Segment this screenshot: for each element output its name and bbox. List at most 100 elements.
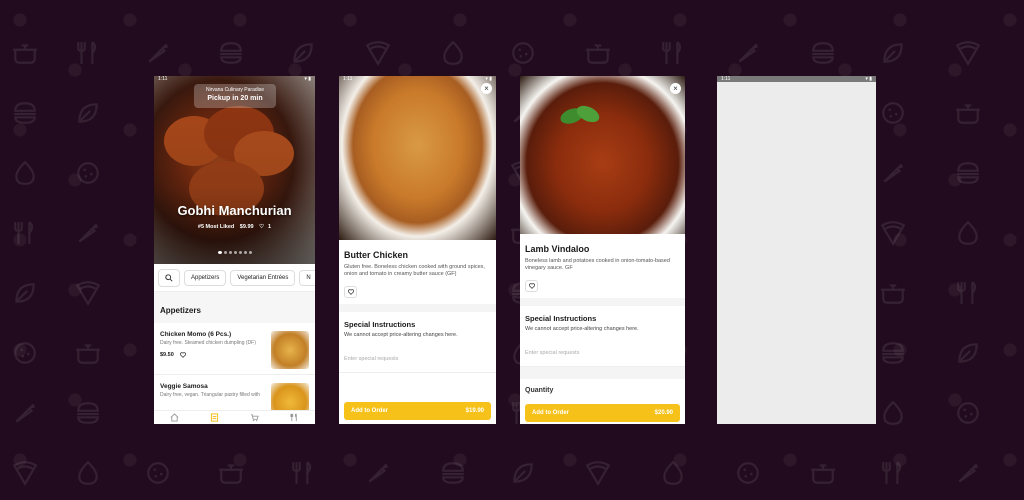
status-time: 1:11 [158,76,168,82]
close-button[interactable]: × [670,83,681,94]
add-to-order-button[interactable]: Add to Order $20.90 [525,404,680,422]
tab-appetizers[interactable]: Appetizers [184,269,227,286]
special-note: We cannot accept price-altering changes … [525,326,639,332]
cookie-icon [735,460,761,486]
item-photo: 1:11 ▾ ▮ × [339,76,496,240]
status-bar: 1:11 ▾ ▮ [339,76,496,82]
favorite-button[interactable] [344,286,357,298]
special-title: Special Instructions [344,320,416,329]
carrot-icon [880,160,906,186]
featured-price: $9.99 [239,224,254,230]
special-instructions: Special Instructions We cannot accept pr… [339,312,496,346]
special-requests-input[interactable]: Enter special requests [520,340,685,367]
quantity-label: Quantity [525,387,554,394]
cutlery-icon [12,220,38,246]
heart-icon[interactable] [179,352,186,358]
leaf-icon [12,280,38,306]
special-title: Special Instructions [525,314,597,323]
carousel-dot[interactable] [223,251,227,254]
burger-icon [440,460,466,486]
blank-screen: 1:11 ▾ ▮ [717,76,876,424]
featured-hero[interactable]: 1:11 ▾ ▮ Nirvana Culinary Paradise Picku… [154,76,315,264]
menu-icon[interactable] [210,413,219,422]
item-title: Butter Chicken [344,250,409,260]
status-icons: ▾ ▮ [485,76,492,82]
item-info: Butter Chicken Gluten free. Boneless chi… [339,240,496,304]
item-detail-screen: 1:11 ▾ ▮ × Butter Chicken Gluten free. B… [339,76,496,424]
add-to-order-button[interactable]: Add to Order $19.90 [344,402,491,420]
cookie-icon [12,340,38,366]
carrot-icon [75,220,101,246]
burger-icon [218,40,244,66]
pizza-icon [955,40,981,66]
search-icon [165,273,173,282]
carrot-icon [365,460,391,486]
carousel-dot[interactable] [248,251,252,254]
pizza-icon [880,220,906,246]
leaf-icon [75,100,101,126]
add-price: $19.90 [465,408,484,414]
pot-icon [810,460,836,486]
cookie-icon [145,460,171,486]
pickup-info: Nirvana Culinary Paradise Pickup in 20 m… [194,84,276,108]
item-name: Chicken Momo (6 Pcs.) [160,331,232,338]
item-photo: × [520,76,685,234]
egg-icon [440,40,466,66]
heart-icon [347,289,354,295]
item-desc: Dairy free. Steamed chicken dumpling (DF… [160,340,256,346]
leaf-icon [290,40,316,66]
burger-icon [955,160,981,186]
featured-name: Gobhi Manchurian [177,203,292,218]
egg-icon [880,400,906,426]
carousel-dots[interactable] [154,241,315,259]
heart-icon: ♡ [259,224,265,230]
burger-icon [12,100,38,126]
status-bar: 1:11 ▾ ▮ [154,76,315,82]
carousel-dot[interactable] [243,251,247,254]
heart-icon [528,283,535,289]
add-price: $20.90 [654,410,673,416]
divider [520,367,685,379]
section-title: Appetizers [154,292,315,323]
carousel-dot[interactable] [238,251,242,254]
menu-screen: 1:11 ▾ ▮ Nirvana Culinary Paradise Picku… [154,76,315,424]
bottom-nav [154,410,315,424]
pizza-icon [12,460,38,486]
featured-badge: #5 Most Liked [197,224,235,230]
special-instructions: Special Instructions We cannot accept pr… [520,306,685,340]
tab-next[interactable]: N [299,269,315,286]
egg-icon [955,220,981,246]
item-desc: Dairy free, vegan. Triangular pastry fil… [160,392,261,398]
search-button[interactable] [158,268,180,287]
carousel-dot[interactable] [233,251,237,254]
tab-vegetarian-entrees[interactable]: Vegetarian Entrées [230,269,296,286]
burger-icon [75,400,101,426]
item-info: Lamb Vindaloo Boneless lamb and potatoes… [520,234,685,298]
leaf-icon [510,460,536,486]
item-description: Gluten free. Boneless chicken cooked wit… [344,264,485,277]
herb-garnish [560,105,600,124]
item-thumbnail [271,331,309,369]
cutlery-icon [75,40,101,66]
pot-icon [75,340,101,366]
carrot-icon [145,40,171,66]
favorite-button[interactable] [525,280,538,292]
cutlery-icon [955,280,981,306]
cutlery-icon [880,460,906,486]
special-requests-input[interactable]: Enter special requests [339,346,496,373]
pot-icon [955,100,981,126]
cart-icon[interactable] [250,413,259,422]
burger-icon [810,40,836,66]
pickup-time: Pickup in 20 min [207,95,263,102]
list-item[interactable]: Chicken Momo (6 Pcs.) Dairy free. Steame… [154,323,315,375]
status-time: 1:11 [343,76,353,82]
carousel-dot[interactable] [217,251,222,254]
pizza-icon [585,460,611,486]
close-button[interactable]: × [481,83,492,94]
item-description: Boneless lamb and potatoes cooked in oni… [525,258,670,271]
carrot-icon [955,460,981,486]
carousel-dot[interactable] [228,251,232,254]
carrot-icon [735,40,761,66]
home-icon[interactable] [170,413,179,422]
restaurant-icon[interactable] [290,413,299,422]
